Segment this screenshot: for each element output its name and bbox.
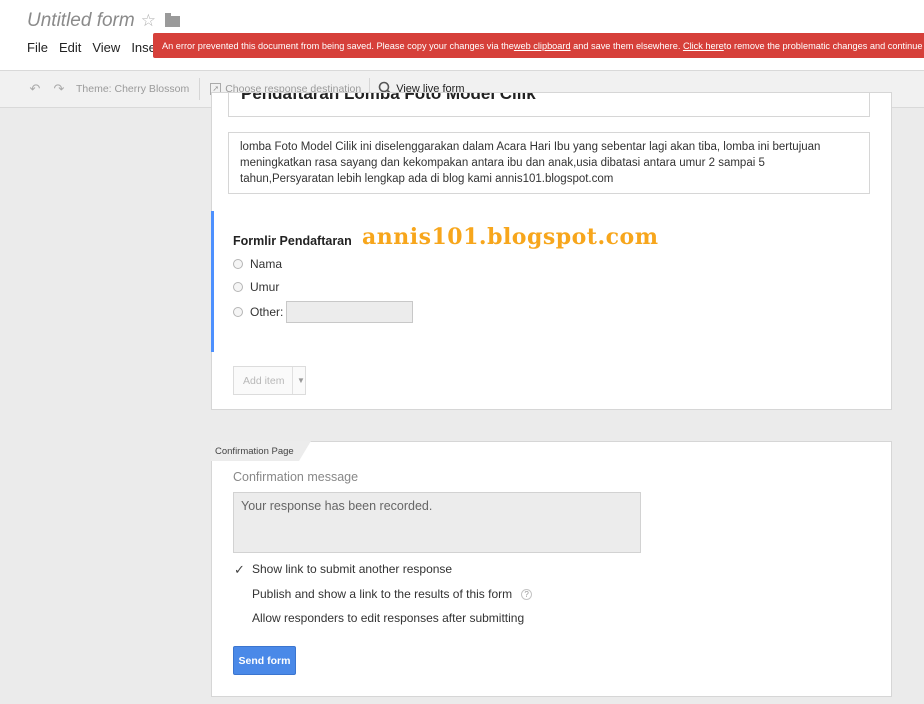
menu-edit[interactable]: Edit [59,40,81,55]
app-header: Untitled form ☆ File Edit View Inse An e… [0,0,924,70]
option-label: Nama [250,257,283,271]
confirmation-page-tab: Confirmation Page [211,441,311,461]
option-other[interactable]: Other: [233,301,414,323]
confirmation-message-input[interactable]: Your response has been recorded. [233,492,641,553]
option-umur[interactable]: Umur [233,280,279,294]
doc-title-row: Untitled form ☆ [27,10,180,32]
star-icon[interactable]: ☆ [141,11,156,31]
show-link-label: Show link to submit another response [252,562,453,576]
radio-icon [233,282,243,292]
checkbox-icon[interactable]: ✓ [233,588,246,601]
help-icon[interactable]: ? [521,588,533,600]
folder-icon[interactable] [164,12,180,27]
redo-icon[interactable]: ↷ [52,81,66,97]
checkbox-icon[interactable]: ✓ [233,612,246,625]
allow-edit-label: Allow responders to edit responses after… [252,611,525,625]
add-item-button[interactable]: Add item ▼ [233,366,306,395]
web-clipboard-link[interactable]: web clipboard [514,41,571,51]
publish-results-label: Publish and show a link to the results o… [252,587,513,601]
chevron-down-icon[interactable]: ▼ [297,376,305,385]
menu-file[interactable]: File [27,40,48,55]
add-item-label: Add item [243,374,285,387]
option-nama[interactable]: Nama [233,257,282,271]
error-text-2: and save them elsewhere. [570,40,683,51]
active-item-indicator [211,211,214,352]
radio-icon [233,259,243,269]
form-description-field[interactable]: lomba Foto Model Cilik ini diselenggarak… [228,132,870,194]
form-title-field[interactable]: Pendaftaran Lomba Foto Model Cilik [228,93,870,117]
menu-view[interactable]: View [92,40,120,55]
error-text-1: An error prevented this document from be… [162,40,514,51]
undo-icon[interactable]: ↶ [28,81,42,97]
radio-icon [233,307,243,317]
send-form-button[interactable]: Send form [233,646,296,675]
error-banner: An error prevented this document from be… [153,33,924,58]
question-title[interactable]: Formlir Pendaftaran [233,234,352,248]
doc-title[interactable]: Untitled form [27,10,135,32]
other-input[interactable] [286,301,414,323]
left-edge-bar [0,109,9,704]
publish-results-checkbox-row[interactable]: ✓ Publish and show a link to the results… [233,587,533,601]
option-label: Umur [250,280,280,294]
watermark: annis101.blogspot.com [362,224,659,250]
split-divider [292,367,293,394]
theme-button[interactable]: Theme: Cherry Blossom [76,78,201,100]
form-description: lomba Foto Model Cilik ini diselenggarak… [240,141,821,185]
error-text-3: to remove the problematic changes and co… [723,40,923,51]
show-link-checkbox-row[interactable]: ✓ Show link to submit another response [233,562,452,576]
option-other-label: Other: [250,305,284,319]
confirmation-message-label: Confirmation message [233,470,359,484]
menu-bar: File Edit View Inse [27,40,156,55]
allow-edit-checkbox-row[interactable]: ✓ Allow responders to edit responses aft… [233,611,524,625]
form-title: Pendaftaran Lomba Foto Model Cilik [241,93,536,103]
checkmark-icon[interactable]: ✓ [233,563,246,576]
click-here-link[interactable]: Click here [683,41,724,51]
